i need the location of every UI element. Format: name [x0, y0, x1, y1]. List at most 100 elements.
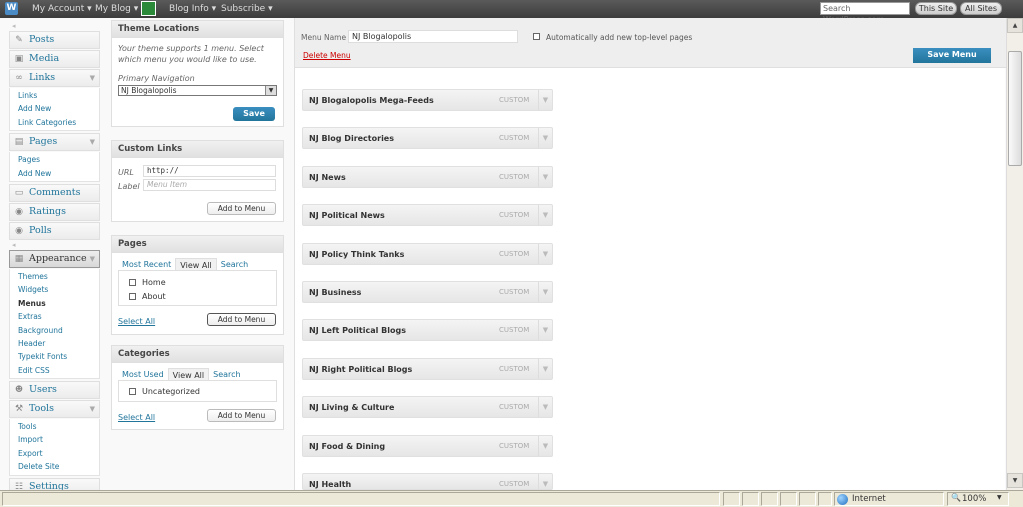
menu-users[interactable]: ☻ Users	[9, 381, 100, 400]
pin-icon: ✎	[15, 35, 23, 45]
menu-item[interactable]: NJ Business CUSTOM ▼	[302, 281, 553, 303]
chevron-down-icon[interactable]: ▼	[538, 282, 552, 302]
chevron-down-icon[interactable]: ▼	[538, 397, 552, 417]
menu-label: Appearance	[29, 252, 87, 264]
scroll-up-arrow-icon[interactable]: ▲	[1007, 18, 1023, 33]
menu-comments[interactable]: ▭ Comments	[9, 183, 100, 202]
menu-separator: ◂	[12, 240, 16, 249]
scrollbar-thumb[interactable]	[1008, 51, 1022, 166]
submenu-item-edit-css[interactable]: Edit CSS	[10, 364, 99, 377]
menu-item[interactable]: NJ Left Political Blogs CUSTOM ▼	[302, 319, 553, 341]
submenu-item-import[interactable]: Import	[10, 433, 99, 446]
security-zone[interactable]: Internet	[834, 492, 944, 506]
menu-name-input[interactable]: NJ Blogalopolis	[348, 30, 518, 43]
chevron-down-icon[interactable]: ▼	[90, 401, 95, 417]
chevron-down-icon[interactable]: ▼	[538, 436, 552, 456]
all-sites-button[interactable]: All Sites	[960, 2, 1002, 15]
submenu-item-typekit-fonts[interactable]: Typekit Fonts	[10, 350, 99, 363]
menu-item[interactable]: NJ Health CUSTOM ▼	[302, 473, 553, 490]
submenu-item-add-new-link[interactable]: Add New	[10, 102, 99, 115]
chevron-down-icon[interactable]: ▼	[997, 494, 1002, 501]
menu-tools[interactable]: ⚒ Tools ▼	[9, 400, 100, 419]
chevron-down-icon[interactable]: ▼	[538, 205, 552, 225]
zoom-control[interactable]: 🔍 100% ▼	[947, 492, 1009, 506]
label-label: Label	[118, 182, 140, 191]
submenu-item-background[interactable]: Background	[10, 324, 99, 337]
add-categories-button[interactable]: Add to Menu	[207, 409, 276, 422]
submenu-item-link-categories[interactable]: Link Categories	[10, 116, 99, 129]
submenu-item-add-new-page[interactable]: Add New	[10, 167, 99, 180]
url-input[interactable]: http://	[143, 165, 276, 177]
menu-item[interactable]: NJ Food & Dining CUSTOM ▼	[302, 435, 553, 457]
chevron-down-icon[interactable]: ▼	[538, 90, 552, 110]
blog-info-menu[interactable]: Blog Info ▾	[169, 4, 216, 14]
save-menu-button[interactable]: Save Menu	[913, 48, 991, 63]
menu-item[interactable]: NJ Living & Culture CUSTOM ▼	[302, 396, 553, 418]
submenu-item-delete-site[interactable]: Delete Site	[10, 460, 99, 473]
submenu-item-links[interactable]: Links	[10, 89, 99, 102]
checkbox-icon[interactable]	[129, 293, 136, 300]
delete-menu-link[interactable]: Delete Menu	[303, 51, 351, 60]
submenu-item-export[interactable]: Export	[10, 447, 99, 460]
scroll-down-arrow-icon[interactable]: ▼	[1007, 473, 1023, 488]
menu-links[interactable]: ∞ Links ▼	[9, 69, 100, 87]
tools-submenu: Tools Import Export Delete Site	[9, 419, 100, 476]
add-custom-link-button[interactable]: Add to Menu	[207, 202, 276, 215]
select-all-pages-link[interactable]: Select All	[118, 317, 155, 326]
vertical-scrollbar[interactable]: ▲ ▼	[1006, 18, 1023, 490]
label-input[interactable]: Menu Item	[143, 179, 276, 191]
polls-icon: ◉	[15, 225, 23, 236]
submenu-item-menus[interactable]: Menus	[10, 297, 99, 310]
menu-pages[interactable]: ▤ Pages ▼	[9, 133, 100, 152]
submenu-item-header[interactable]: Header	[10, 337, 99, 350]
menu-item[interactable]: NJ Right Political Blogs CUSTOM ▼	[302, 358, 553, 380]
menu-item[interactable]: NJ Blog Directories CUSTOM ▼	[302, 127, 553, 149]
menu-ratings[interactable]: ◉ Ratings	[9, 202, 100, 221]
chevron-down-icon[interactable]: ▼	[265, 86, 276, 95]
this-site-button[interactable]: This Site	[915, 2, 957, 15]
chevron-down-icon[interactable]: ▼	[538, 474, 552, 489]
checkbox-icon[interactable]	[129, 388, 136, 395]
page-checkbox-about[interactable]: About	[129, 292, 166, 301]
menu-item-title: NJ Blog Directories	[309, 134, 394, 143]
save-locations-button[interactable]: Save	[233, 107, 275, 121]
page-checkbox-home[interactable]: Home	[129, 278, 166, 287]
submenu-item-extras[interactable]: Extras	[10, 310, 99, 323]
select-all-categories-link[interactable]: Select All	[118, 413, 155, 422]
menu-item-title: NJ Left Political Blogs	[309, 326, 406, 335]
submenu-item-themes[interactable]: Themes	[10, 270, 99, 283]
search-input[interactable]: Search WordPress.com	[820, 2, 910, 24]
menu-label: Tools	[29, 403, 54, 415]
chevron-down-icon[interactable]: ▼	[90, 70, 95, 86]
menu-item[interactable]: NJ Political News CUSTOM ▼	[302, 204, 553, 226]
checkbox-icon[interactable]	[129, 279, 136, 286]
menu-item[interactable]: NJ News CUSTOM ▼	[302, 166, 553, 188]
auto-add-checkbox[interactable]	[533, 33, 540, 40]
submenu-item-tools[interactable]: Tools	[10, 420, 99, 433]
menu-media[interactable]: ▣ Media	[9, 50, 100, 68]
submenu-item-pages[interactable]: Pages	[10, 153, 99, 166]
chevron-down-icon[interactable]: ▼	[538, 244, 552, 264]
chevron-down-icon[interactable]: ▼	[90, 134, 95, 150]
chevron-down-icon[interactable]: ▼	[538, 320, 552, 340]
menu-label: Pages	[29, 136, 58, 148]
chevron-down-icon[interactable]: ▼	[538, 167, 552, 187]
category-checkbox-uncategorized[interactable]: Uncategorized	[129, 387, 200, 396]
chevron-down-icon[interactable]: ▼	[90, 251, 95, 267]
submenu-item-widgets[interactable]: Widgets	[10, 283, 99, 296]
my-account-menu[interactable]: My Account ▾	[32, 4, 92, 14]
my-blog-menu[interactable]: My Blog ▾	[95, 4, 138, 14]
add-pages-button[interactable]: Add to Menu	[207, 313, 276, 326]
menu-item[interactable]: NJ Blogalopolis Mega-Feeds CUSTOM ▼	[302, 89, 553, 111]
wordpress-logo-icon[interactable]: W	[5, 2, 18, 15]
menu-item[interactable]: NJ Policy Think Tanks CUSTOM ▼	[302, 243, 553, 265]
menu-collapse-icon[interactable]: ◂	[9, 22, 100, 31]
menu-polls[interactable]: ◉ Polls	[9, 221, 100, 240]
menu-posts[interactable]: ✎ Posts	[9, 31, 100, 49]
primary-navigation-select[interactable]: NJ Blogalopolis ▼	[118, 85, 277, 96]
chevron-down-icon[interactable]: ▼	[538, 128, 552, 148]
menu-appearance[interactable]: ▦ Appearance ▼	[9, 249, 100, 268]
subscribe-menu[interactable]: Subscribe ▾	[221, 4, 273, 14]
blog-avatar-icon[interactable]	[141, 1, 156, 16]
chevron-down-icon[interactable]: ▼	[538, 359, 552, 379]
